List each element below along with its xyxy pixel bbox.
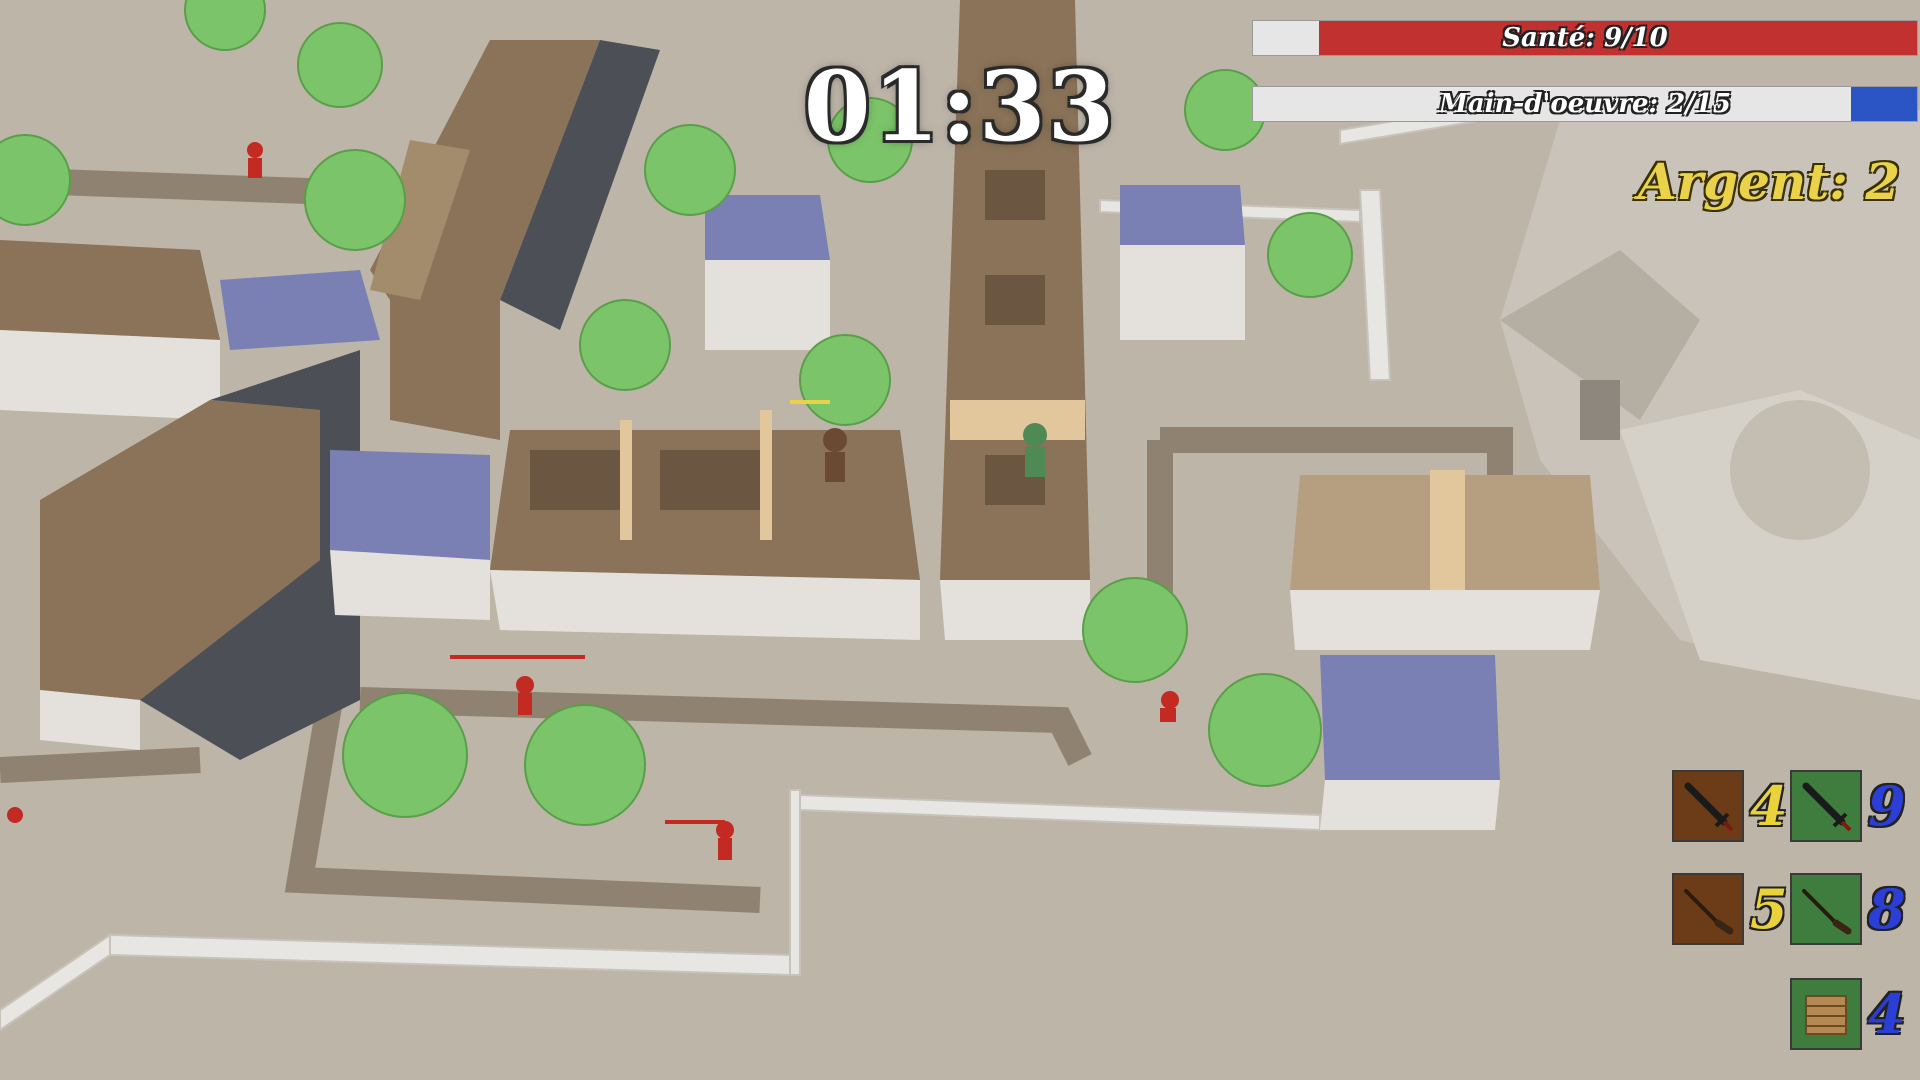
inventory-count: 4	[1868, 982, 1906, 1046]
health-label: Santé: 9/10	[1502, 23, 1668, 53]
workforce-bar: Main-d'oeuvre: 2/15	[1252, 86, 1918, 122]
inventory-count: 4	[1750, 774, 1788, 838]
wooden-barricade-icon[interactable]	[1790, 978, 1862, 1050]
musket-icon[interactable]	[1790, 873, 1862, 945]
sword-icon[interactable]	[1672, 770, 1744, 842]
health-bar: Santé: 9/10	[1252, 20, 1918, 56]
inventory-item-musket-green[interactable]: 8	[1790, 873, 1906, 945]
sword-icon[interactable]	[1790, 770, 1862, 842]
inventory-item-sword-brown[interactable]: 4	[1672, 770, 1788, 842]
musket-icon[interactable]	[1672, 873, 1744, 945]
inventory-item-musket-brown[interactable]: 5	[1672, 873, 1788, 945]
money-counter: Argent: 2	[1637, 152, 1900, 211]
round-timer: 01:33	[803, 50, 1117, 163]
inventory-item-barricade[interactable]: 4	[1790, 978, 1906, 1050]
inventory-count: 8	[1868, 877, 1906, 941]
workforce-label: Main-d'oeuvre: 2/15	[1439, 89, 1731, 119]
inventory-item-sword-green[interactable]: 9	[1790, 770, 1906, 842]
inventory-count: 5	[1750, 877, 1788, 941]
inventory-count: 9	[1868, 774, 1906, 838]
